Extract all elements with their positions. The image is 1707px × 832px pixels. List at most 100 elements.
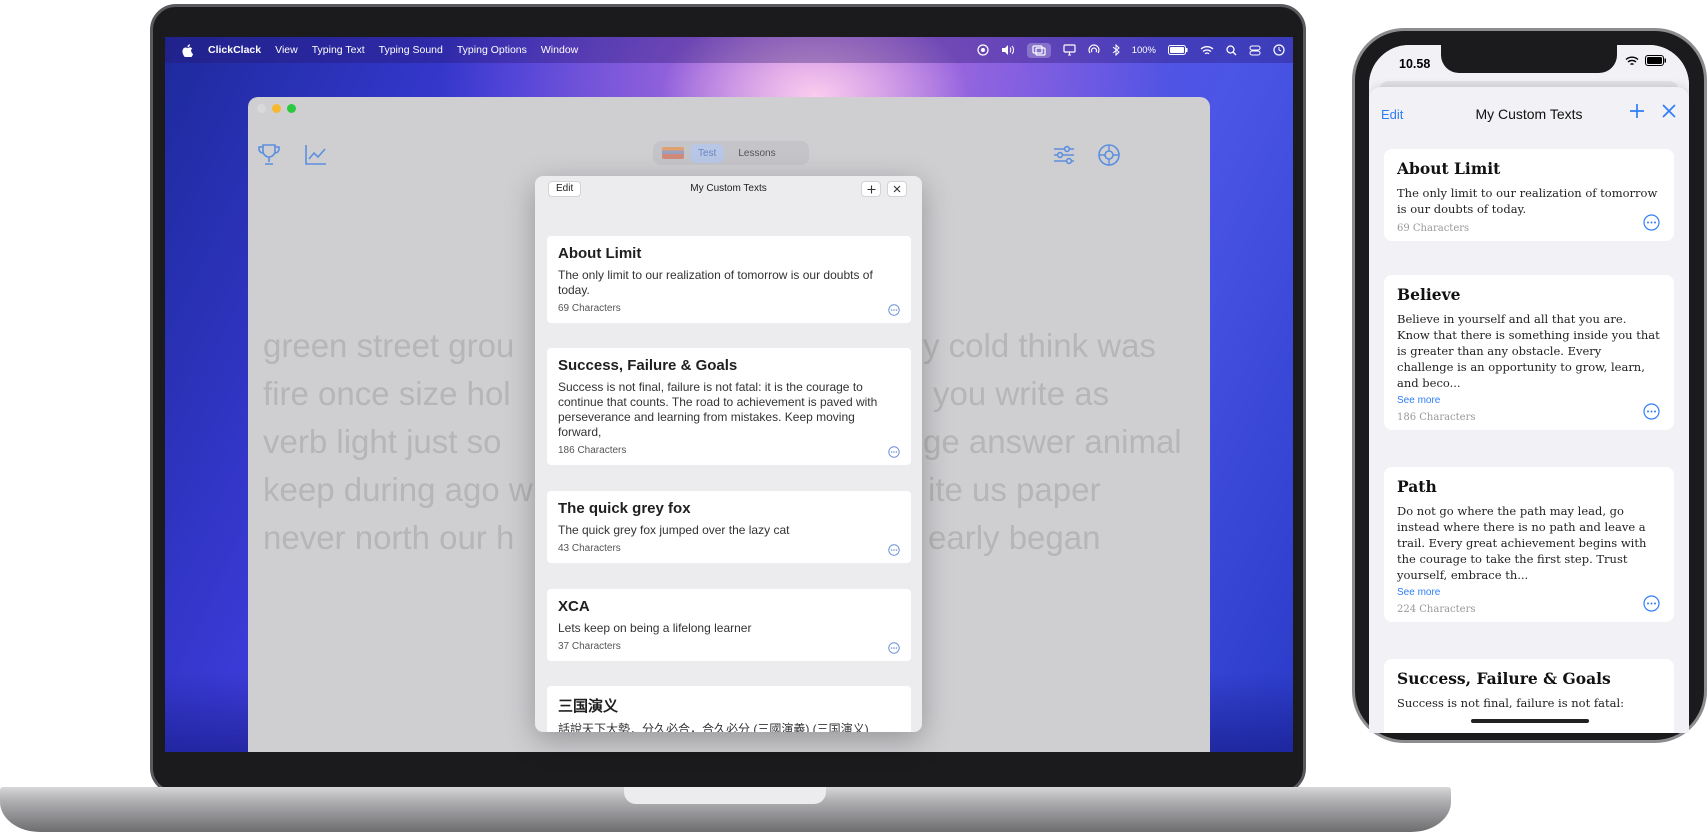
card-title: 三国演义	[558, 698, 619, 715]
card-body: Do not go where the path may lead, go in…	[1397, 504, 1647, 582]
apple-icon[interactable]	[180, 43, 194, 57]
text-card[interactable]: Believe Believe in yourself and all that…	[1384, 275, 1674, 430]
card-char-count: 37 Characters	[558, 641, 621, 652]
battery-icon	[1645, 55, 1666, 66]
menu-typing-text[interactable]: Typing Text	[312, 44, 365, 56]
typing-line: green street grou	[263, 327, 515, 364]
add-text-button[interactable]	[861, 181, 881, 197]
menu-typing-options[interactable]: Typing Options	[457, 44, 527, 56]
card-body: Believe in yourself and all that you are…	[1397, 312, 1660, 390]
card-body: Lets keep on being a lifelong learner	[558, 621, 752, 635]
play-icon[interactable]	[977, 44, 989, 56]
menu-typing-sound[interactable]: Typing Sound	[379, 44, 443, 56]
text-card[interactable]: Success, Failure & Goals Success is not …	[547, 348, 911, 465]
search-icon[interactable]	[1226, 44, 1237, 56]
card-char-count: 224 Characters	[1397, 604, 1476, 615]
card-title: Path	[1397, 477, 1437, 496]
more-options-icon[interactable]	[1643, 403, 1660, 420]
menu-window[interactable]: Window	[541, 44, 578, 56]
battery-percent: 100%	[1131, 44, 1156, 56]
card-body: Success is not final, failure is not fat…	[1397, 696, 1625, 710]
card-body: The quick grey fox jumped over the lazy …	[558, 523, 790, 537]
card-body: The only limit to our realization of tom…	[558, 268, 873, 297]
custom-texts-sheet: Edit My Custom Texts About Limit The onl…	[535, 176, 922, 732]
typing-line: you write as	[933, 375, 1110, 412]
card-body: 話說天下大勢．分久必合，合久必分 (三國演義) (三国演义)	[558, 722, 869, 732]
tab-test[interactable]: Test	[690, 143, 725, 163]
card-body: The only limit to our realization of tom…	[1397, 186, 1658, 216]
mode-segmented-control: Test Lessons	[653, 141, 809, 165]
stats-chart-icon[interactable]	[303, 142, 329, 168]
battery-icon[interactable]	[1168, 45, 1188, 55]
menu-app-name[interactable]: ClickClack	[208, 44, 261, 56]
card-title: Success, Failure & Goals	[558, 357, 738, 374]
card-title: XCA	[558, 598, 590, 615]
card-title: About Limit	[558, 245, 642, 262]
screens-icon[interactable]	[1026, 42, 1051, 58]
close-icon	[893, 185, 901, 193]
close-sheet-button[interactable]	[1659, 101, 1679, 121]
menu-view[interactable]: View	[275, 44, 298, 56]
text-card[interactable]: The quick grey fox The quick grey fox ju…	[547, 491, 911, 563]
window-close-button[interactable]	[257, 104, 266, 113]
status-icons	[1625, 55, 1667, 66]
home-indicator	[1471, 719, 1589, 723]
settings-gear-icon[interactable]	[1096, 142, 1122, 168]
keyboard-flag-icon[interactable]	[662, 147, 684, 159]
plus-icon	[867, 185, 875, 193]
text-card[interactable]: About Limit The only limit to our realiz…	[1384, 149, 1674, 241]
more-options-icon[interactable]	[1643, 595, 1660, 612]
typing-line: early began	[928, 519, 1101, 556]
display-icon[interactable]	[1063, 44, 1076, 56]
wifi-icon	[1625, 56, 1639, 65]
card-title: Success, Failure & Goals	[1397, 669, 1611, 688]
window-zoom-button[interactable]	[287, 104, 296, 113]
airdrop-icon[interactable]	[1088, 44, 1100, 56]
iphone-screen: 10.58 Edit My Custom Texts About Limit T…	[1369, 45, 1689, 733]
custom-texts-sheet-mobile: Edit My Custom Texts About Limit The onl…	[1369, 87, 1689, 733]
more-options-icon[interactable]	[888, 642, 900, 654]
tab-lessons[interactable]: Lessons	[730, 144, 783, 163]
phone-notch	[1441, 45, 1617, 73]
more-options-icon[interactable]	[888, 446, 900, 458]
menu-extras: 100%	[977, 37, 1285, 63]
trophy-icon[interactable]	[256, 142, 282, 168]
menu-bar: ClickClack View Typing Text Typing Sound…	[165, 37, 1293, 63]
card-char-count: 186 Characters	[558, 445, 627, 456]
typing-line: ite us paper	[928, 471, 1101, 508]
card-char-count: 186 Characters	[1397, 412, 1476, 423]
typing-line: never north our h	[263, 519, 515, 556]
more-options-icon[interactable]	[888, 544, 900, 556]
bluetooth-icon[interactable]	[1112, 44, 1120, 56]
window-minimize-button[interactable]	[272, 104, 281, 113]
macbook-notch	[624, 787, 826, 804]
text-card[interactable]: XCA Lets keep on being a lifelong learne…	[547, 589, 911, 661]
stage: ClickClack View Typing Text Typing Sound…	[0, 0, 1707, 832]
status-time: 10.58	[1399, 57, 1431, 71]
wifi-icon[interactable]	[1200, 45, 1214, 56]
sheet-header: Edit My Custom Texts	[535, 176, 922, 206]
card-body: Success is not final, failure is not fat…	[558, 380, 878, 439]
card-title: About Limit	[1397, 159, 1501, 178]
text-card[interactable]: 三国演义 話說天下大勢．分久必合，合久必分 (三國演義) (三国演义)	[547, 686, 911, 732]
card-char-count: 69 Characters	[1397, 223, 1470, 234]
see-more-link[interactable]: See more	[1397, 395, 1661, 406]
text-card[interactable]: About Limit The only limit to our realiz…	[547, 236, 911, 323]
control-center-icon[interactable]	[1249, 45, 1261, 56]
typing-line: fire once size hol	[263, 375, 511, 412]
card-title: Believe	[1397, 285, 1461, 304]
close-sheet-button[interactable]	[887, 181, 907, 197]
see-more-link[interactable]: See more	[1397, 587, 1661, 598]
traffic-lights	[257, 104, 296, 113]
more-options-icon[interactable]	[1643, 214, 1660, 231]
siri-icon[interactable]	[1273, 44, 1285, 56]
typing-line: ge answer animal	[923, 423, 1182, 460]
card-char-count: 43 Characters	[558, 543, 621, 554]
card-char-count: 69 Characters	[558, 303, 621, 314]
more-options-icon[interactable]	[888, 304, 900, 316]
add-text-button[interactable]	[1627, 101, 1647, 121]
typing-line: verb light just so	[263, 423, 502, 460]
text-card[interactable]: Path Do not go where the path may lead, …	[1384, 467, 1674, 622]
volume-icon[interactable]	[1001, 44, 1015, 56]
sliders-icon[interactable]	[1051, 142, 1077, 168]
